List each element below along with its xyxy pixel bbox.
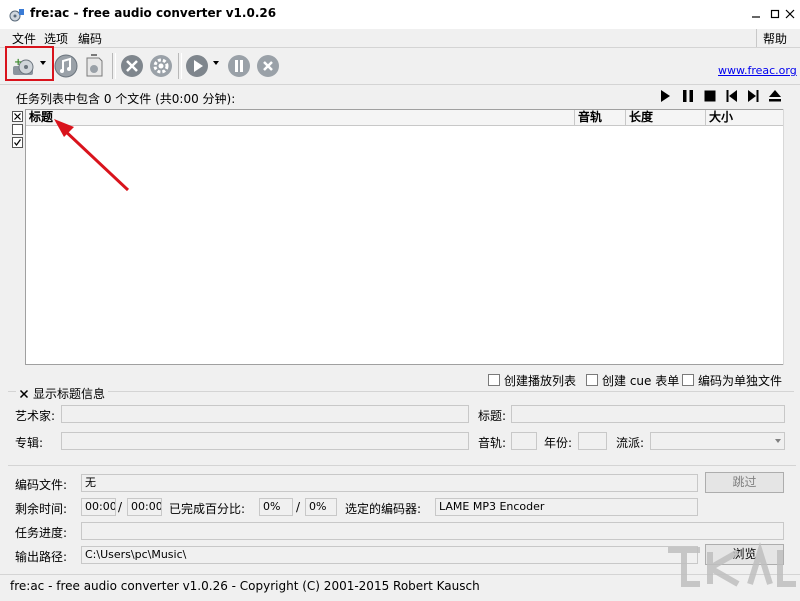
genre-select[interactable]	[650, 432, 785, 450]
year-label: 年份:	[544, 436, 573, 450]
time-separator: /	[118, 500, 123, 514]
album-label: 专辑:	[15, 436, 44, 450]
single-file-label: 编码为单独文件	[698, 374, 783, 388]
toggle-selection-icon[interactable]	[12, 137, 23, 148]
browse-button[interactable]: 浏览	[705, 544, 784, 565]
title-label: 标题:	[478, 409, 507, 423]
player-stop-icon[interactable]	[703, 89, 717, 103]
select-none-icon[interactable]	[12, 124, 23, 135]
create-playlist-option[interactable]: 创建播放列表	[488, 372, 577, 388]
job-progress-label: 任务进度:	[15, 526, 68, 540]
player-previous-icon[interactable]	[725, 89, 739, 103]
create-playlist-checkbox[interactable]	[488, 374, 500, 386]
remaining-time-label: 剩余时间:	[15, 502, 68, 516]
single-file-checkbox[interactable]	[682, 374, 694, 386]
artist-label: 艺术家:	[15, 409, 56, 423]
encoder-label: 选定的编码器:	[345, 502, 422, 516]
percent-complete-label: 已完成百分比:	[169, 502, 246, 516]
player-eject-icon[interactable]	[768, 89, 782, 103]
gear-icon[interactable]	[148, 53, 174, 79]
menu-bar: 文件 选项 编码	[0, 29, 800, 47]
output-path-label: 输出路径:	[15, 550, 68, 564]
column-size[interactable]: 大小	[706, 110, 784, 125]
section-divider	[8, 465, 796, 466]
column-length[interactable]: 长度	[626, 110, 706, 125]
column-track[interactable]: 音轨	[575, 110, 626, 125]
genre-label: 流派:	[616, 436, 645, 450]
player-pause-icon[interactable]	[681, 89, 695, 103]
skip-button[interactable]: 跳过	[705, 472, 784, 493]
output-path-field: C:\Users\pc\Music\	[81, 546, 698, 564]
title-bar: fre:ac - free audio converter v1.0.26	[0, 0, 800, 29]
close-icon[interactable]	[781, 3, 799, 25]
create-cue-label: 创建 cue 表单	[602, 374, 680, 388]
percent-separator: /	[296, 500, 301, 514]
album-field[interactable]	[61, 432, 469, 450]
toolbar-separator	[112, 53, 116, 79]
menu-options[interactable]: 选项	[44, 30, 68, 47]
title-info-legend: 显示标题信息	[33, 387, 106, 401]
menu-help-label: 帮助	[763, 32, 788, 46]
title-info-toggle[interactable]: 显示标题信息	[16, 385, 109, 402]
encode-file-field: 无	[81, 474, 698, 492]
chevron-down-icon	[775, 439, 781, 443]
player-play-icon[interactable]	[658, 89, 672, 103]
toolbar-separator	[178, 53, 182, 79]
tools-icon[interactable]	[119, 53, 145, 79]
player-controls	[658, 88, 788, 104]
remove-icon[interactable]	[81, 53, 107, 79]
create-cue-option[interactable]: 创建 cue 表单	[586, 372, 680, 388]
total-time-field: 00:00	[127, 498, 162, 516]
create-cue-checkbox[interactable]	[586, 374, 598, 386]
single-file-option[interactable]: 编码为单独文件	[682, 372, 783, 388]
minimize-icon[interactable]	[747, 3, 765, 25]
year-field[interactable]	[578, 432, 607, 450]
percent-total-field: 0%	[305, 498, 337, 516]
track-label: 音轨:	[478, 436, 507, 450]
track-field[interactable]	[511, 432, 537, 450]
pause-icon[interactable]	[226, 53, 252, 79]
percent-complete-field: 0%	[259, 498, 293, 516]
freac-website-link[interactable]: www.freac.org	[718, 64, 797, 77]
menu-encode[interactable]: 编码	[78, 30, 102, 47]
title-field[interactable]	[511, 405, 785, 423]
toolbar: + www.freac.org	[0, 47, 800, 85]
play-dropdown-icon[interactable]	[213, 61, 219, 65]
joblist-summary: 任务列表中包含 0 个文件 (共0:00 分钟):	[16, 92, 236, 106]
player-next-icon[interactable]	[746, 89, 760, 103]
music-note-icon[interactable]	[53, 53, 79, 79]
status-text: fre:ac - free audio converter v1.0.26 - …	[10, 579, 480, 593]
annotation-arrow-icon	[54, 119, 130, 192]
play-icon[interactable]	[184, 53, 210, 79]
vertical-scrollbar[interactable]	[783, 109, 798, 365]
title-info-checkbox[interactable]	[19, 389, 29, 399]
encode-file-label: 编码文件:	[15, 478, 68, 492]
remaining-time-field: 00:00	[81, 498, 116, 516]
artist-field[interactable]	[61, 405, 469, 423]
add-files-highlight	[5, 46, 54, 81]
create-playlist-label: 创建播放列表	[504, 374, 577, 388]
encoder-field: LAME MP3 Encoder	[435, 498, 698, 516]
status-bar: fre:ac - free audio converter v1.0.26 - …	[0, 574, 800, 601]
menu-help[interactable]: 帮助	[756, 29, 800, 47]
select-all-icon[interactable]	[12, 111, 23, 122]
main-window: fre:ac - free audio converter v1.0.26 文件…	[0, 0, 800, 601]
stop-icon[interactable]	[255, 53, 281, 79]
window-title: fre:ac - free audio converter v1.0.26	[30, 6, 277, 20]
job-progress-bar	[81, 522, 784, 540]
menu-file[interactable]: 文件	[12, 30, 36, 47]
freac-app-icon	[9, 9, 24, 22]
